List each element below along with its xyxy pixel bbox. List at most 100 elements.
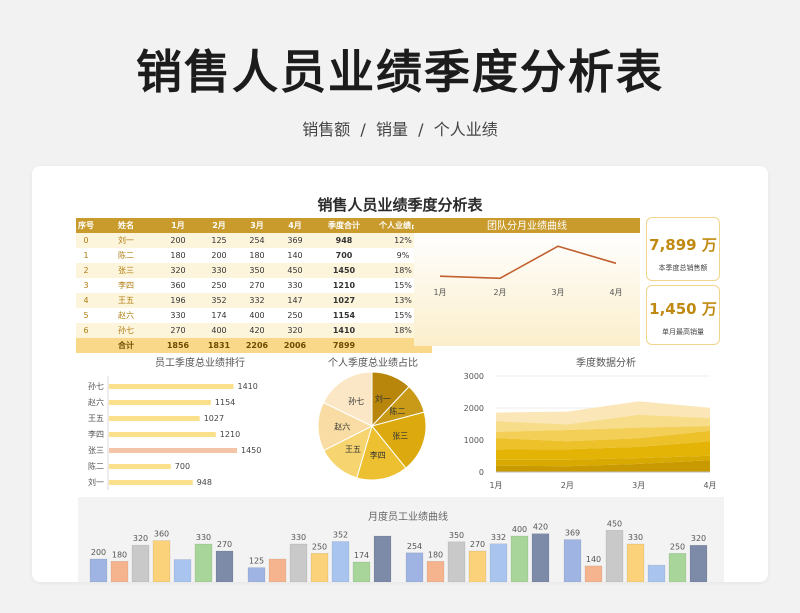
table-cell[interactable]: 孙七 bbox=[96, 323, 156, 338]
bar bbox=[510, 535, 529, 582]
table-cell[interactable]: 1450 bbox=[314, 263, 374, 278]
table-cell[interactable]: 125 bbox=[200, 233, 238, 248]
table-cell[interactable]: 320 bbox=[276, 323, 314, 338]
category-label: 王五 bbox=[88, 414, 104, 423]
category-label: 孙七 bbox=[88, 381, 104, 391]
table-cell[interactable]: 320 bbox=[156, 263, 200, 278]
category-label: 刘一 bbox=[88, 477, 104, 487]
table-cell[interactable]: 332 bbox=[238, 293, 276, 308]
col-header[interactable]: 姓名 bbox=[96, 218, 156, 233]
table-cell[interactable]: 1856 bbox=[156, 338, 200, 353]
table-cell[interactable]: 948 bbox=[314, 233, 374, 248]
bar bbox=[289, 543, 308, 582]
table-cell[interactable]: 2 bbox=[76, 263, 96, 278]
col-header[interactable]: 4月 bbox=[276, 218, 314, 233]
table-cell[interactable]: 合计 bbox=[96, 338, 156, 353]
table-cell[interactable]: 2206 bbox=[238, 338, 276, 353]
table-cell[interactable]: 1027 bbox=[314, 293, 374, 308]
col-header[interactable]: 3月 bbox=[238, 218, 276, 233]
table-cell[interactable]: 270 bbox=[238, 278, 276, 293]
category-label: 陈二 bbox=[88, 461, 104, 471]
table-cell[interactable]: 174 bbox=[200, 308, 238, 323]
table-row: 1 陈二 180 200 180 140 700 9% bbox=[76, 248, 432, 263]
col-header[interactable]: 2月 bbox=[200, 218, 238, 233]
data-label: 352 bbox=[333, 531, 348, 540]
table-cell[interactable]: 140 bbox=[276, 248, 314, 263]
col-header[interactable]: 季度合计 bbox=[314, 218, 374, 233]
table-cell[interactable]: 2006 bbox=[276, 338, 314, 353]
monthly-bar-chart: 月度员工业绩曲线 200 180 320 360 330 270 125 330 250 352 1… bbox=[78, 497, 724, 582]
table-cell[interactable]: 陈二 bbox=[96, 248, 156, 263]
table-cell[interactable]: 张三 bbox=[96, 263, 156, 278]
table-cell[interactable]: 6 bbox=[76, 323, 96, 338]
table-cell[interactable]: 360 bbox=[156, 278, 200, 293]
table-cell[interactable]: 200 bbox=[200, 248, 238, 263]
table-cell[interactable]: 330 bbox=[276, 278, 314, 293]
slice-label: 赵六 bbox=[334, 421, 350, 431]
slice-label: 王五 bbox=[345, 445, 361, 454]
table-cell[interactable]: 1410 bbox=[314, 323, 374, 338]
table-cell[interactable]: 李四 bbox=[96, 278, 156, 293]
table-cell[interactable]: 5 bbox=[76, 308, 96, 323]
data-label: 369 bbox=[565, 529, 580, 538]
bar bbox=[605, 529, 624, 582]
table-cell[interactable] bbox=[76, 338, 96, 353]
table-cell[interactable]: 270 bbox=[156, 323, 200, 338]
table-cell[interactable]: 250 bbox=[200, 278, 238, 293]
col-header[interactable]: 序号 bbox=[76, 218, 96, 233]
table-cell[interactable]: 刘一 bbox=[96, 233, 156, 248]
table-cell[interactable]: 147 bbox=[276, 293, 314, 308]
hero-subtitle: 销售额 / 销量 / 个人业绩 bbox=[302, 120, 498, 139]
table-cell[interactable]: 4 bbox=[76, 293, 96, 308]
table-header-row: 序号 姓名 1月 2月 3月 4月 季度合计 个人业绩占比 bbox=[76, 218, 432, 233]
bar bbox=[405, 552, 424, 582]
table-cell[interactable]: 254 bbox=[238, 233, 276, 248]
table-cell[interactable]: 369 bbox=[276, 233, 314, 248]
bar bbox=[352, 561, 371, 582]
table-cell[interactable]: 3 bbox=[76, 278, 96, 293]
table-cell[interactable]: 1 bbox=[76, 248, 96, 263]
x-tick-label: 4月 bbox=[609, 288, 622, 297]
table-cell[interactable]: 180 bbox=[238, 248, 276, 263]
bar bbox=[531, 533, 550, 582]
table-cell[interactable]: 180 bbox=[156, 248, 200, 263]
table-cell[interactable]: 196 bbox=[156, 293, 200, 308]
bar bbox=[468, 550, 487, 582]
bar bbox=[626, 543, 645, 582]
table-cell[interactable]: 330 bbox=[156, 308, 200, 323]
bar bbox=[152, 540, 171, 582]
data-label: 330 bbox=[291, 533, 306, 542]
table-cell[interactable]: 700 bbox=[314, 248, 374, 263]
data-label: 330 bbox=[628, 533, 643, 542]
table-cell[interactable]: 王五 bbox=[96, 293, 156, 308]
table-cell[interactable]: 200 bbox=[156, 233, 200, 248]
table-cell[interactable]: 250 bbox=[276, 308, 314, 323]
table-row: 3 李四 360 250 270 330 1210 15% bbox=[76, 278, 432, 293]
table-cell[interactable]: 1154 bbox=[314, 308, 374, 323]
table-cell[interactable]: 0 bbox=[76, 233, 96, 248]
data-label: 270 bbox=[217, 540, 232, 549]
table-cell[interactable]: 420 bbox=[238, 323, 276, 338]
data-label: 700 bbox=[175, 462, 190, 471]
table-cell[interactable]: 1210 bbox=[314, 278, 374, 293]
table-cell[interactable]: 赵六 bbox=[96, 308, 156, 323]
y-tick-label: 2000 bbox=[464, 404, 484, 413]
table-cell[interactable]: 450 bbox=[276, 263, 314, 278]
data-label: 200 bbox=[91, 548, 106, 557]
table-cell[interactable]: 7899 bbox=[314, 338, 374, 353]
table-row: 6 孙七 270 400 420 320 1410 18% bbox=[76, 323, 432, 338]
col-header[interactable]: 1月 bbox=[156, 218, 200, 233]
table-row: 0 刘一 200 125 254 369 948 12% bbox=[76, 233, 432, 248]
table-cell[interactable]: 330 bbox=[200, 263, 238, 278]
data-label: 450 bbox=[607, 519, 622, 528]
table-cell[interactable]: 352 bbox=[200, 293, 238, 308]
data-label: 350 bbox=[449, 531, 464, 540]
category-label: 张三 bbox=[88, 446, 104, 455]
stat-label: 本季度总销售额 bbox=[658, 264, 708, 272]
table-cell[interactable]: 1831 bbox=[200, 338, 238, 353]
data-label: 270 bbox=[470, 540, 485, 549]
table-cell[interactable]: 400 bbox=[200, 323, 238, 338]
data-label: 360 bbox=[154, 530, 169, 539]
table-cell[interactable]: 350 bbox=[238, 263, 276, 278]
table-cell[interactable]: 400 bbox=[238, 308, 276, 323]
